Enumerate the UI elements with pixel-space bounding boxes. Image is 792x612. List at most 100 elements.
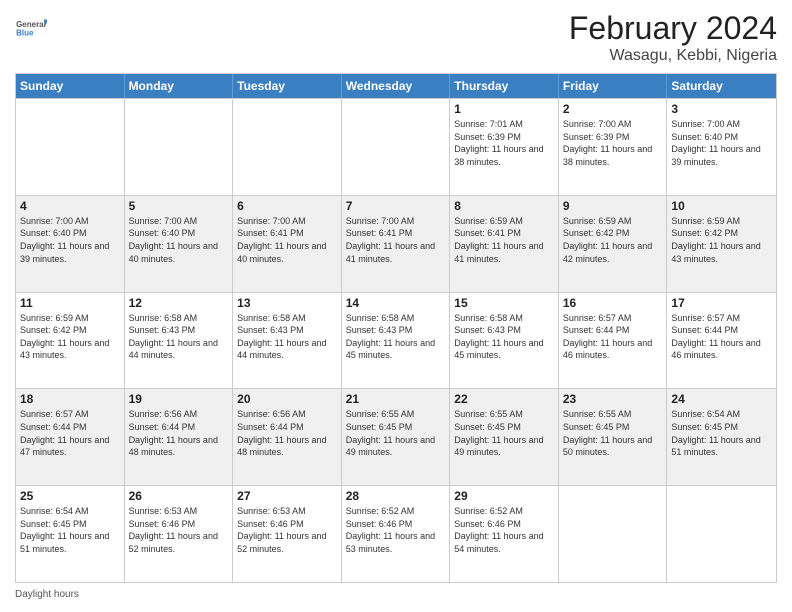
header-day-sunday: Sunday — [16, 74, 125, 98]
cell-day-number: 19 — [129, 392, 229, 406]
calendar-cell: 6 Sunrise: 7:00 AM Sunset: 6:41 PM Daylig… — [233, 196, 342, 292]
cell-day-number: 24 — [671, 392, 772, 406]
cell-info: Sunrise: 6:59 AM Sunset: 6:42 PM Dayligh… — [563, 215, 663, 265]
calendar-week-3: 11 Sunrise: 6:59 AM Sunset: 6:42 PM Dayli… — [16, 292, 776, 389]
svg-text:General: General — [16, 20, 46, 29]
cell-info: Sunrise: 6:56 AM Sunset: 6:44 PM Dayligh… — [129, 408, 229, 458]
cell-info: Sunrise: 7:00 AM Sunset: 6:41 PM Dayligh… — [237, 215, 337, 265]
cell-day-number: 28 — [346, 489, 446, 503]
cell-info: Sunrise: 6:53 AM Sunset: 6:46 PM Dayligh… — [237, 505, 337, 555]
cell-day-number: 18 — [20, 392, 120, 406]
cell-day-number: 11 — [20, 296, 120, 310]
calendar-subtitle: Wasagu, Kebbi, Nigeria — [569, 47, 777, 65]
cell-info: Sunrise: 6:54 AM Sunset: 6:45 PM Dayligh… — [671, 408, 772, 458]
calendar-cell: 3 Sunrise: 7:00 AM Sunset: 6:40 PM Daylig… — [667, 99, 776, 195]
calendar-cell: 4Sunrise: 7:00 AM Sunset: 6:40 PM Daylig… — [16, 196, 125, 292]
cell-day-number: 10 — [671, 199, 772, 213]
cell-day-number: 17 — [671, 296, 772, 310]
cell-day-number: 29 — [454, 489, 554, 503]
cell-info: Sunrise: 6:53 AM Sunset: 6:46 PM Dayligh… — [129, 505, 229, 555]
calendar-cell — [16, 99, 125, 195]
cell-day-number: 2 — [563, 102, 663, 116]
calendar: SundayMondayTuesdayWednesdayThursdayFrid… — [15, 73, 777, 583]
cell-info: Sunrise: 6:58 AM Sunset: 6:43 PM Dayligh… — [237, 312, 337, 362]
svg-text:Blue: Blue — [16, 28, 34, 37]
calendar-cell: 5Sunrise: 7:00 AM Sunset: 6:40 PM Daylig… — [125, 196, 234, 292]
calendar-body: 1 Sunrise: 7:01 AM Sunset: 6:39 PM Daylig… — [16, 98, 776, 582]
cell-info: Sunrise: 6:55 AM Sunset: 6:45 PM Dayligh… — [454, 408, 554, 458]
cell-day-number: 13 — [237, 296, 337, 310]
calendar-cell — [342, 99, 451, 195]
cell-info: Sunrise: 6:57 AM Sunset: 6:44 PM Dayligh… — [671, 312, 772, 362]
cell-day-number: 6 — [237, 199, 337, 213]
cell-info: Sunrise: 6:54 AM Sunset: 6:45 PM Dayligh… — [20, 505, 120, 555]
cell-day-number: 27 — [237, 489, 337, 503]
calendar-cell — [233, 99, 342, 195]
cell-day-number: 12 — [129, 296, 229, 310]
cell-day-number: 9 — [563, 199, 663, 213]
cell-info: Sunrise: 6:55 AM Sunset: 6:45 PM Dayligh… — [563, 408, 663, 458]
cell-info: Sunrise: 6:59 AM Sunset: 6:41 PM Dayligh… — [454, 215, 554, 265]
calendar-cell: 10Sunrise: 6:59 AM Sunset: 6:42 PM Dayli… — [667, 196, 776, 292]
header-day-thursday: Thursday — [450, 74, 559, 98]
calendar-week-5: 25Sunrise: 6:54 AM Sunset: 6:45 PM Dayli… — [16, 485, 776, 582]
calendar-cell: 1 Sunrise: 7:01 AM Sunset: 6:39 PM Daylig… — [450, 99, 559, 195]
cell-info: Sunrise: 7:00 AM Sunset: 6:40 PM Dayligh… — [671, 118, 772, 168]
header-day-wednesday: Wednesday — [342, 74, 451, 98]
calendar-header-row: SundayMondayTuesdayWednesdayThursdayFrid… — [16, 74, 776, 98]
cell-day-number: 16 — [563, 296, 663, 310]
calendar-cell: 12Sunrise: 6:58 AM Sunset: 6:43 PM Dayli… — [125, 293, 234, 389]
cell-day-number: 8 — [454, 199, 554, 213]
calendar-week-1: 1 Sunrise: 7:01 AM Sunset: 6:39 PM Daylig… — [16, 98, 776, 195]
calendar-cell: 25Sunrise: 6:54 AM Sunset: 6:45 PM Dayli… — [16, 486, 125, 582]
cell-day-number: 22 — [454, 392, 554, 406]
cell-info: Sunrise: 7:00 AM Sunset: 6:41 PM Dayligh… — [346, 215, 446, 265]
header: General Blue February 2024 Wasagu, Kebbi… — [15, 10, 777, 65]
header-day-tuesday: Tuesday — [233, 74, 342, 98]
cell-day-number: 14 — [346, 296, 446, 310]
cell-info: Sunrise: 6:57 AM Sunset: 6:44 PM Dayligh… — [20, 408, 120, 458]
title-block: February 2024 Wasagu, Kebbi, Nigeria — [569, 10, 777, 65]
cell-info: Sunrise: 7:01 AM Sunset: 6:39 PM Dayligh… — [454, 118, 554, 168]
logo: General Blue — [15, 10, 47, 46]
cell-day-number: 3 — [671, 102, 772, 116]
calendar-cell: 22 Sunrise: 6:55 AM Sunset: 6:45 PM Dayli… — [450, 389, 559, 485]
calendar-cell: 17 Sunrise: 6:57 AM Sunset: 6:44 PM Dayli… — [667, 293, 776, 389]
logo-svg: General Blue — [15, 10, 47, 46]
cell-info: Sunrise: 7:00 AM Sunset: 6:39 PM Dayligh… — [563, 118, 663, 168]
calendar-cell: 26 Sunrise: 6:53 AM Sunset: 6:46 PM Dayli… — [125, 486, 234, 582]
cell-day-number: 7 — [346, 199, 446, 213]
calendar-cell: 29 Sunrise: 6:52 AM Sunset: 6:46 PM Dayli… — [450, 486, 559, 582]
calendar-cell: 18 Sunrise: 6:57 AM Sunset: 6:44 PM Dayli… — [16, 389, 125, 485]
header-day-monday: Monday — [125, 74, 234, 98]
cell-info: Sunrise: 6:52 AM Sunset: 6:46 PM Dayligh… — [454, 505, 554, 555]
calendar-cell: 27 Sunrise: 6:53 AM Sunset: 6:46 PM Dayli… — [233, 486, 342, 582]
cell-info: Sunrise: 6:56 AM Sunset: 6:44 PM Dayligh… — [237, 408, 337, 458]
calendar-cell — [125, 99, 234, 195]
calendar-cell: 8 Sunrise: 6:59 AM Sunset: 6:41 PM Daylig… — [450, 196, 559, 292]
calendar-cell — [667, 486, 776, 582]
cell-info: Sunrise: 6:55 AM Sunset: 6:45 PM Dayligh… — [346, 408, 446, 458]
cell-info: Sunrise: 6:58 AM Sunset: 6:43 PM Dayligh… — [454, 312, 554, 362]
cell-day-number: 26 — [129, 489, 229, 503]
legend: Daylight hours — [15, 587, 777, 602]
cell-day-number: 15 — [454, 296, 554, 310]
cell-day-number: 21 — [346, 392, 446, 406]
cell-info: Sunrise: 6:52 AM Sunset: 6:46 PM Dayligh… — [346, 505, 446, 555]
calendar-cell: 13 Sunrise: 6:58 AM Sunset: 6:43 PM Dayli… — [233, 293, 342, 389]
calendar-week-4: 18 Sunrise: 6:57 AM Sunset: 6:44 PM Dayli… — [16, 388, 776, 485]
cell-info: Sunrise: 6:59 AM Sunset: 6:42 PM Dayligh… — [20, 312, 120, 362]
calendar-cell: 21 Sunrise: 6:55 AM Sunset: 6:45 PM Dayli… — [342, 389, 451, 485]
calendar-cell: 15 Sunrise: 6:58 AM Sunset: 6:43 PM Dayli… — [450, 293, 559, 389]
calendar-cell: 7 Sunrise: 7:00 AM Sunset: 6:41 PM Daylig… — [342, 196, 451, 292]
calendar-week-2: 4Sunrise: 7:00 AM Sunset: 6:40 PM Daylig… — [16, 195, 776, 292]
calendar-cell: 23Sunrise: 6:55 AM Sunset: 6:45 PM Dayli… — [559, 389, 668, 485]
page: General Blue February 2024 Wasagu, Kebbi… — [0, 0, 792, 612]
header-day-saturday: Saturday — [667, 74, 776, 98]
cell-info: Sunrise: 6:57 AM Sunset: 6:44 PM Dayligh… — [563, 312, 663, 362]
cell-info: Sunrise: 6:58 AM Sunset: 6:43 PM Dayligh… — [346, 312, 446, 362]
header-day-friday: Friday — [559, 74, 668, 98]
calendar-cell: 24 Sunrise: 6:54 AM Sunset: 6:45 PM Dayli… — [667, 389, 776, 485]
calendar-cell — [559, 486, 668, 582]
cell-day-number: 1 — [454, 102, 554, 116]
